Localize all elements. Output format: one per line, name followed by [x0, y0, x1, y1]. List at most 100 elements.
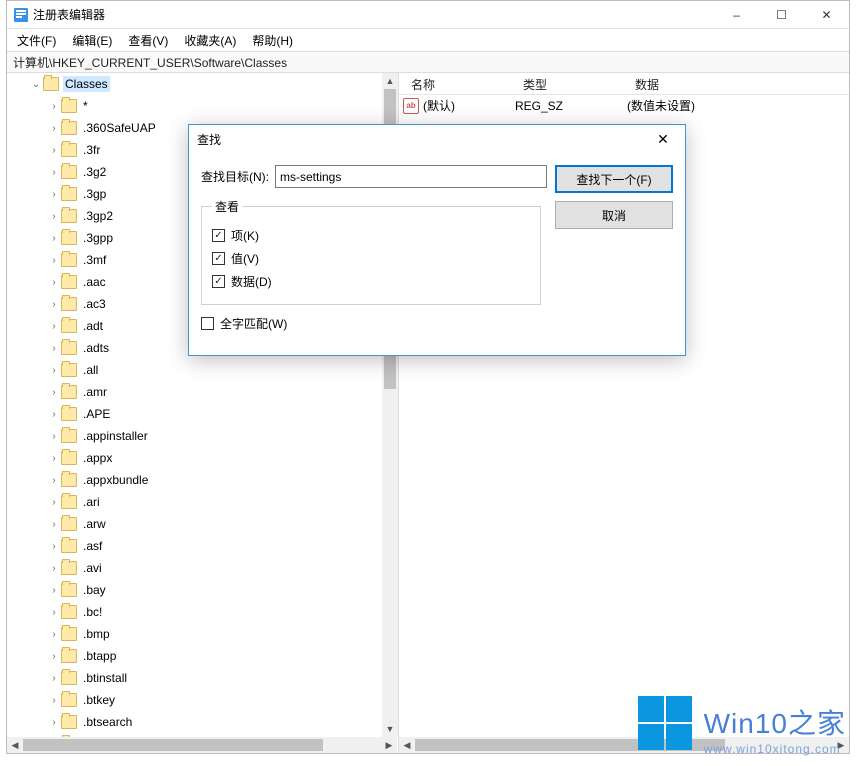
scroll-right-icon[interactable]: ▶ — [381, 737, 397, 753]
menu-edit[interactable]: 编辑(E) — [64, 30, 120, 51]
list-scrollbar-h[interactable]: ◀ ▶ — [399, 737, 849, 753]
col-type[interactable]: 类型 — [515, 73, 627, 94]
address-bar[interactable]: 计算机\HKEY_CURRENT_USER\Software\Classes — [7, 51, 849, 73]
chevron-right-icon[interactable]: › — [47, 123, 61, 134]
tree-item-label: Classes — [65, 77, 108, 91]
folder-icon — [61, 341, 77, 355]
cell-name: (默认) — [423, 97, 515, 114]
folder-icon — [61, 649, 77, 663]
tree-item[interactable]: ›.arw — [7, 513, 398, 535]
chevron-right-icon[interactable]: › — [47, 101, 61, 112]
folder-icon — [61, 407, 77, 421]
find-next-button[interactable]: 查找下一个(F) — [555, 165, 673, 193]
tree-item[interactable]: ›.avi — [7, 557, 398, 579]
chevron-right-icon[interactable]: › — [47, 321, 61, 332]
tree-item[interactable]: ›.appinstaller — [7, 425, 398, 447]
menu-help[interactable]: 帮助(H) — [244, 30, 301, 51]
scroll-thumb-h[interactable] — [415, 739, 725, 751]
col-name[interactable]: 名称 — [403, 73, 515, 94]
tree-item[interactable]: › .all — [7, 359, 398, 381]
scroll-left-icon[interactable]: ◀ — [7, 737, 23, 753]
folder-icon — [61, 363, 77, 377]
tree-item-label: * — [83, 99, 88, 113]
tree-item[interactable]: › .APE — [7, 403, 398, 425]
chevron-right-icon[interactable]: › — [47, 629, 61, 640]
scroll-down-icon[interactable]: ▼ — [382, 721, 398, 737]
tree-item-label: .3fr — [83, 143, 100, 157]
cb-whole-row[interactable]: 全字匹配(W) — [201, 315, 547, 332]
tree-item[interactable]: ›.btinstall — [7, 667, 398, 689]
chevron-right-icon[interactable]: › — [47, 431, 61, 442]
chevron-right-icon[interactable]: › — [47, 717, 61, 728]
chevron-right-icon[interactable]: › — [47, 453, 61, 464]
lookat-legend: 查看 — [212, 198, 242, 215]
tree-item[interactable]: ›.appxbundle — [7, 469, 398, 491]
string-value-icon: ab — [403, 98, 419, 114]
tree-item[interactable]: ›.btapp — [7, 645, 398, 667]
find-target-input[interactable] — [275, 165, 547, 188]
menu-view[interactable]: 查看(V) — [120, 30, 176, 51]
tree-item[interactable]: › .btkey — [7, 689, 398, 711]
col-data[interactable]: 数据 — [627, 73, 849, 94]
minimize-button[interactable]: – — [714, 1, 759, 29]
tree-item[interactable]: ›.bc! — [7, 601, 398, 623]
chevron-right-icon[interactable]: › — [47, 167, 61, 178]
tree-item[interactable]: ›.appx — [7, 447, 398, 469]
cb-data-row[interactable]: 数据(D) — [212, 273, 530, 290]
chevron-right-icon[interactable]: › — [47, 695, 61, 706]
chevron-right-icon[interactable]: › — [47, 387, 61, 398]
tree-scrollbar-h[interactable]: ◀ ▶ — [7, 737, 397, 753]
folder-icon — [61, 319, 77, 333]
chevron-right-icon[interactable]: › — [47, 497, 61, 508]
tree-item-label: .btkey — [83, 693, 115, 707]
chevron-right-icon[interactable]: › — [47, 475, 61, 486]
close-button[interactable]: ✕ — [804, 1, 849, 29]
cb-keys-row[interactable]: 项(K) — [212, 227, 530, 244]
tree-item[interactable]: ›* — [7, 95, 398, 117]
chevron-right-icon[interactable]: › — [47, 233, 61, 244]
tree-item[interactable]: ›.amr — [7, 381, 398, 403]
tree-item[interactable]: ⌄ Classes — [7, 73, 398, 95]
chevron-right-icon[interactable]: › — [47, 585, 61, 596]
maximize-button[interactable]: ☐ — [759, 1, 804, 29]
chevron-right-icon[interactable]: › — [47, 651, 61, 662]
tree-item[interactable]: ›.bay — [7, 579, 398, 601]
chevron-right-icon[interactable]: › — [47, 563, 61, 574]
scroll-thumb-h[interactable] — [23, 739, 323, 751]
chevron-right-icon[interactable]: › — [47, 365, 61, 376]
tree-item-label: .3mf — [83, 253, 106, 267]
chevron-right-icon[interactable]: › — [47, 673, 61, 684]
cancel-button[interactable]: 取消 — [555, 201, 673, 229]
scroll-right-icon[interactable]: ▶ — [833, 737, 849, 753]
tree-item[interactable]: ›.bmp — [7, 623, 398, 645]
dialog-close-button[interactable]: ✕ — [641, 125, 685, 153]
window-title: 注册表编辑器 — [33, 6, 105, 23]
chevron-right-icon[interactable]: › — [47, 541, 61, 552]
tree-item[interactable]: › .btsearch — [7, 711, 398, 733]
scroll-left-icon[interactable]: ◀ — [399, 737, 415, 753]
chevron-right-icon[interactable]: › — [47, 211, 61, 222]
chevron-right-icon[interactable]: › — [47, 299, 61, 310]
cb-values-row[interactable]: 值(V) — [212, 250, 530, 267]
chevron-right-icon[interactable]: › — [47, 519, 61, 530]
tree-item-label: .all — [83, 363, 98, 377]
chevron-right-icon[interactable]: › — [47, 343, 61, 354]
tree-item-label: .APE — [83, 407, 110, 421]
scroll-up-icon[interactable]: ▲ — [382, 73, 398, 89]
chevron-right-icon[interactable]: › — [47, 409, 61, 420]
tree-item[interactable]: ›.ari — [7, 491, 398, 513]
chevron-right-icon[interactable]: › — [47, 607, 61, 618]
chevron-right-icon[interactable]: › — [47, 277, 61, 288]
chevron-down-icon[interactable]: ⌄ — [29, 79, 43, 90]
list-row-default[interactable]: ab (默认) REG_SZ (数值未设置) — [399, 95, 849, 116]
tree-item-label: .btsearch — [83, 715, 132, 729]
tree-item[interactable]: ›.asf — [7, 535, 398, 557]
chevron-right-icon[interactable]: › — [47, 189, 61, 200]
chevron-right-icon[interactable]: › — [47, 145, 61, 156]
folder-icon — [61, 473, 77, 487]
cb-keys-label: 项(K) — [231, 227, 259, 244]
dialog-titlebar[interactable]: 查找 ✕ — [189, 125, 685, 153]
menu-file[interactable]: 文件(F) — [9, 30, 64, 51]
chevron-right-icon[interactable]: › — [47, 255, 61, 266]
menu-favorites[interactable]: 收藏夹(A) — [176, 30, 244, 51]
